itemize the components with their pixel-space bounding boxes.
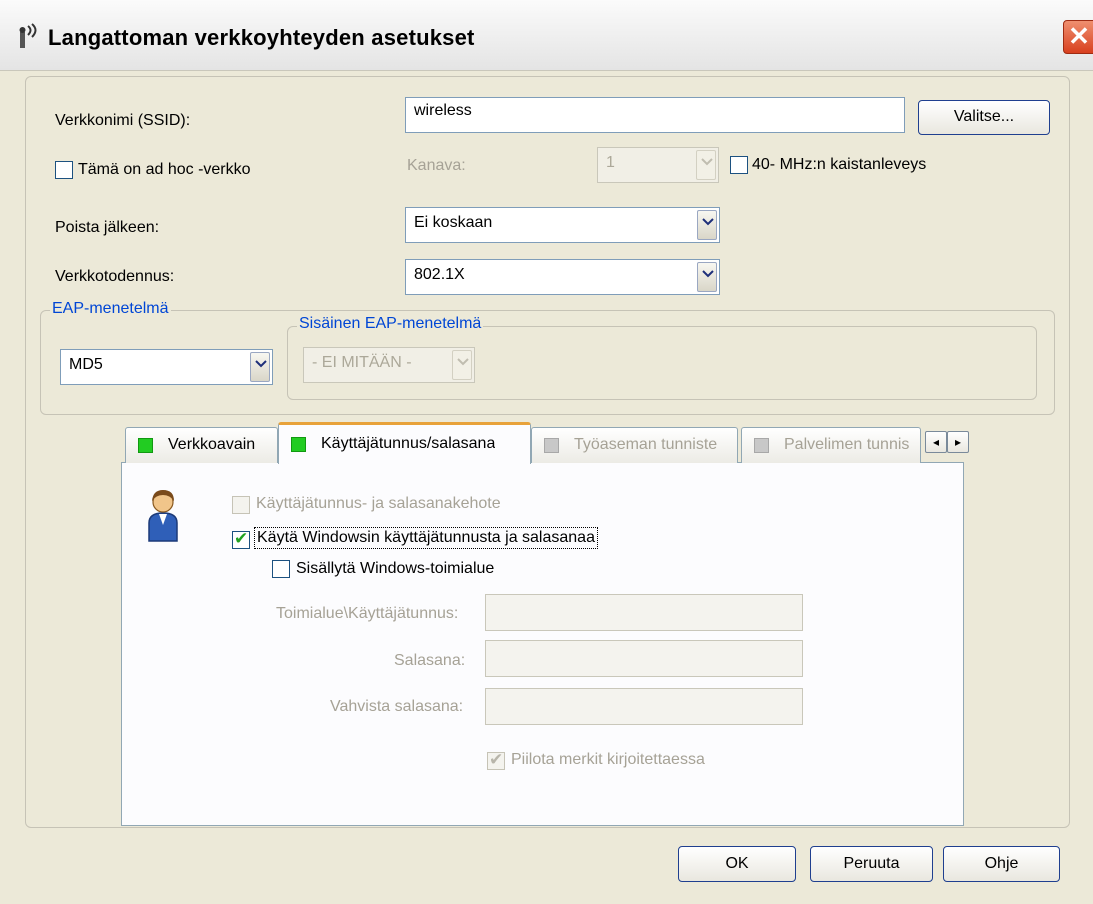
- ok-button[interactable]: OK: [678, 846, 796, 882]
- confirm-password-input[interactable]: [485, 688, 803, 725]
- eap-value: MD5: [69, 356, 103, 373]
- arrow-right-icon: ▸: [954, 435, 962, 449]
- chevron-down-icon: [696, 150, 716, 180]
- channel-label: Kanava:: [407, 157, 466, 174]
- include-domain-checkbox[interactable]: [272, 560, 290, 578]
- tab-scroll-right-button[interactable]: ▸: [947, 431, 969, 453]
- tab-scroll-left-button[interactable]: ◂: [925, 431, 947, 453]
- title-bar: Langattoman verkkoyhteyden asetukset ✕: [0, 0, 1093, 71]
- choose-network-button[interactable]: Valitse...: [918, 100, 1050, 135]
- tab-label: Verkkoavain: [168, 436, 256, 453]
- adhoc-label: Tämä on ad hoc -verkko: [78, 161, 251, 178]
- wireless-signal-icon: [19, 23, 37, 48]
- cancel-button[interactable]: Peruuta: [810, 846, 933, 882]
- close-button[interactable]: ✕: [1063, 20, 1093, 54]
- eap-legend: EAP-menetelmä: [50, 300, 171, 318]
- include-domain-label: Sisällytä Windows-toimialue: [296, 560, 495, 577]
- close-icon: ✕: [1068, 21, 1090, 51]
- status-square: [138, 438, 153, 453]
- password-input[interactable]: [485, 640, 803, 677]
- channel-value: 1: [606, 154, 615, 171]
- bandwidth-checkbox[interactable]: [730, 156, 748, 174]
- adhoc-checkbox[interactable]: [55, 161, 73, 179]
- window-title: Langattoman verkkoyhteyden asetukset: [48, 25, 475, 50]
- delete-after-value: Ei koskaan: [414, 214, 493, 231]
- auth-value: 802.1X: [414, 266, 465, 283]
- delete-after-select[interactable]: Ei koskaan: [405, 207, 720, 243]
- password-label: Salasana:: [394, 652, 466, 669]
- status-square: [291, 437, 306, 452]
- auth-select[interactable]: 802.1X: [405, 259, 720, 295]
- delete-after-label: Poista jälkeen:: [55, 219, 160, 236]
- use-windows-credentials-checkbox[interactable]: [232, 529, 250, 549]
- hide-characters-checkbox[interactable]: [487, 750, 505, 770]
- inner-eap-select[interactable]: - EI MITÄÄN -: [303, 347, 475, 383]
- domain-user-input[interactable]: [485, 594, 803, 631]
- status-square: [754, 438, 769, 453]
- chevron-down-icon: [250, 352, 270, 382]
- user-icon: [148, 490, 178, 542]
- inner-eap-value: - EI MITÄÄN -: [312, 354, 412, 371]
- use-windows-credentials-label: Käytä Windowsin käyttäjätunnusta ja sala…: [254, 527, 598, 549]
- bandwidth-label: 40- MHz:n kaistanleveys: [752, 156, 927, 173]
- domain-user-label: Toimialue\Käyttäjätunnus:: [276, 605, 459, 622]
- channel-select[interactable]: 1: [597, 147, 719, 183]
- eap-select[interactable]: MD5: [60, 349, 273, 385]
- credential-prompt-checkbox[interactable]: [232, 496, 250, 514]
- inner-eap-legend: Sisäinen EAP-menetelmä: [297, 315, 484, 333]
- ssid-label: Verkkonimi (SSID):: [55, 112, 191, 129]
- chevron-down-icon: [697, 262, 717, 292]
- status-square: [544, 438, 559, 453]
- chevron-down-icon: [452, 350, 472, 380]
- tab-workstation-id[interactable]: Työaseman tunniste: [531, 427, 738, 463]
- help-button[interactable]: Ohje: [943, 846, 1060, 882]
- tab-server-id[interactable]: Palvelimen tunnis: [741, 427, 921, 463]
- chevron-down-icon: [697, 210, 717, 240]
- tab-username-password[interactable]: Käyttäjätunnus/salasana: [278, 422, 531, 464]
- ssid-input[interactable]: wireless: [405, 97, 905, 133]
- confirm-password-label: Vahvista salasana:: [330, 698, 464, 715]
- auth-label: Verkkotodennus:: [55, 268, 175, 285]
- tab-network-key[interactable]: Verkkoavain: [125, 427, 278, 463]
- arrow-left-icon: ◂: [932, 435, 940, 449]
- tab-label: Palvelimen tunnis: [784, 436, 910, 453]
- tab-label: Käyttäjätunnus/salasana: [321, 435, 496, 452]
- tab-label: Työaseman tunniste: [574, 436, 718, 453]
- credential-prompt-label: Käyttäjätunnus- ja salasanakehote: [256, 495, 501, 512]
- hide-characters-label: Piilota merkit kirjoitettaessa: [511, 751, 705, 768]
